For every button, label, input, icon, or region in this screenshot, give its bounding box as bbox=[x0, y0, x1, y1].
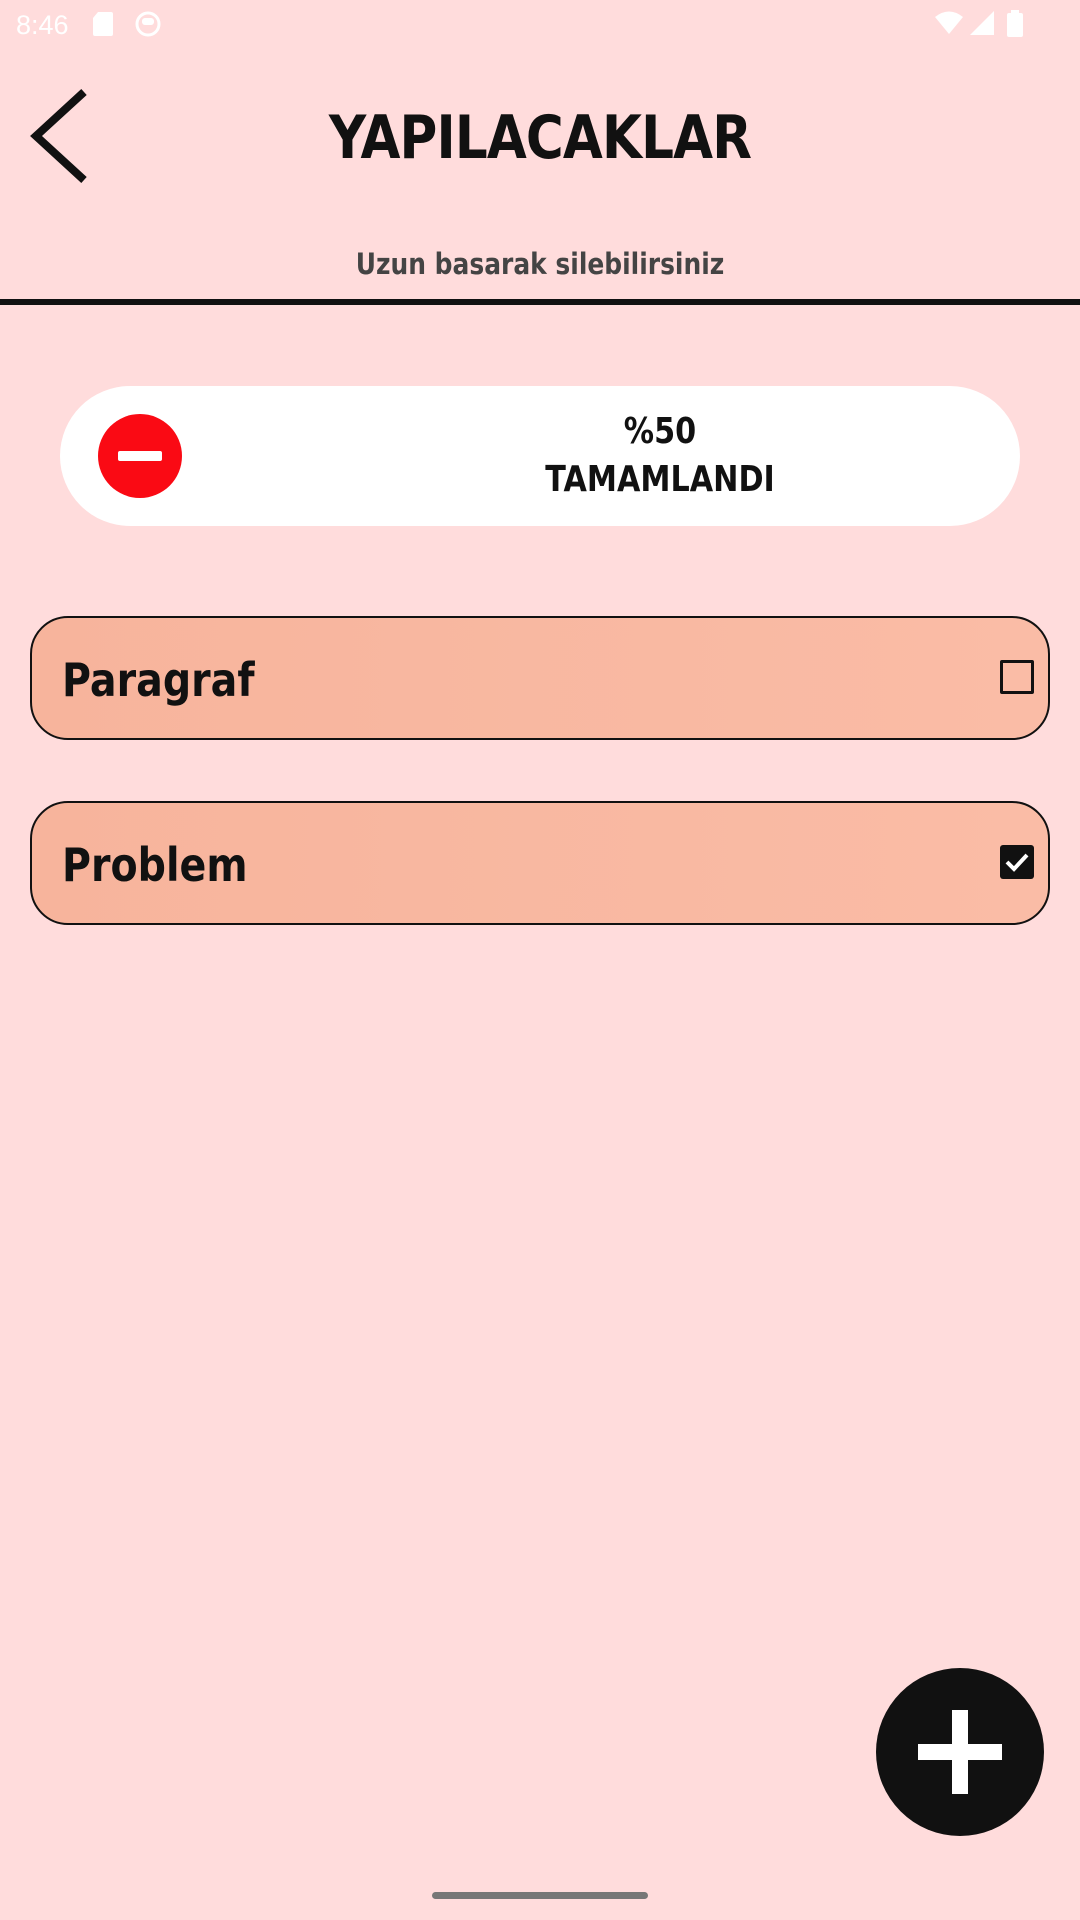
task-checkbox[interactable] bbox=[1000, 845, 1034, 879]
progress-card: %50 TAMAMLANDI bbox=[60, 386, 1020, 526]
sd-card-icon bbox=[93, 12, 113, 36]
progress-percent: %50 bbox=[623, 411, 697, 452]
task-label: Paragraf bbox=[62, 653, 255, 707]
plus-icon bbox=[918, 1710, 1002, 1794]
task-item[interactable]: Problem bbox=[30, 801, 1050, 925]
navigation-handle[interactable] bbox=[432, 1892, 648, 1899]
task-item[interactable]: Paragraf bbox=[30, 616, 1050, 740]
signal-icon bbox=[970, 11, 994, 35]
status-bar: 8:46 bbox=[0, 0, 1080, 50]
minus-circle-icon bbox=[118, 451, 162, 461]
wifi-icon bbox=[935, 11, 963, 34]
add-task-button[interactable] bbox=[876, 1668, 1044, 1836]
task-checkbox[interactable] bbox=[1000, 660, 1034, 694]
app-notification-icon bbox=[135, 11, 161, 37]
battery-icon bbox=[1007, 10, 1023, 37]
delete-completed-button[interactable] bbox=[98, 414, 182, 498]
check-icon bbox=[1005, 853, 1029, 872]
progress-status: TAMAMLANDI bbox=[545, 459, 775, 500]
progress-summary: %50 TAMAMLANDI bbox=[509, 408, 811, 504]
page-title: YAPILACAKLAR bbox=[328, 103, 752, 173]
status-time: 8:46 bbox=[16, 10, 69, 40]
header-divider bbox=[0, 299, 1080, 305]
page-subtitle: Uzun basarak silebilirsiniz bbox=[355, 247, 725, 281]
task-label: Problem bbox=[62, 838, 248, 892]
